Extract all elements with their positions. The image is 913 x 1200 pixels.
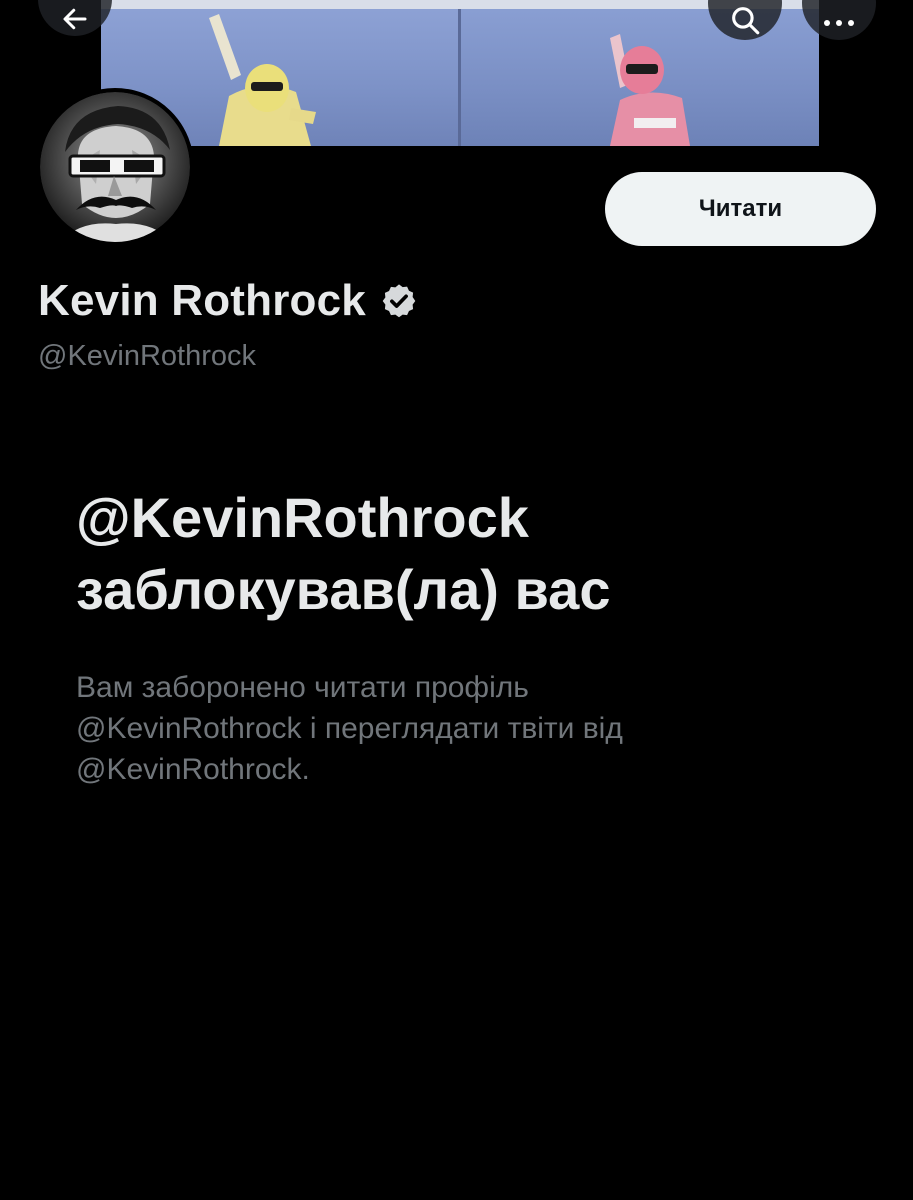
more-horizontal-icon (824, 20, 854, 26)
blocked-description-line: @KevinRothrock і переглядати твіти від (76, 712, 623, 745)
avatar-illustration (40, 92, 190, 242)
blocked-title-line: заблокував(ла) вас (76, 558, 611, 621)
blocked-title: @KevinRothrock заблокував(ла) вас (76, 482, 856, 626)
profile-handle: @KevinRothrock (38, 340, 257, 372)
profile-banner[interactable] (101, 0, 819, 146)
blocked-description-line: @KevinRothrock. (76, 753, 310, 786)
avatar[interactable] (36, 88, 194, 246)
banner-divider (458, 0, 461, 146)
blocked-title-line: @KevinRothrock (76, 486, 529, 549)
display-name: Kevin Rothrock (38, 276, 366, 325)
search-icon (732, 7, 760, 35)
blocked-description-line: Вам заборонено читати профіль (76, 671, 529, 704)
verified-badge-icon[interactable] (380, 282, 418, 320)
arrow-left-icon (63, 8, 87, 30)
blocked-description: Вам заборонено читати профіль @KevinRoth… (76, 667, 856, 790)
follow-button[interactable]: Читати (605, 172, 876, 246)
profile-name-row: Kevin Rothrock (38, 273, 418, 329)
